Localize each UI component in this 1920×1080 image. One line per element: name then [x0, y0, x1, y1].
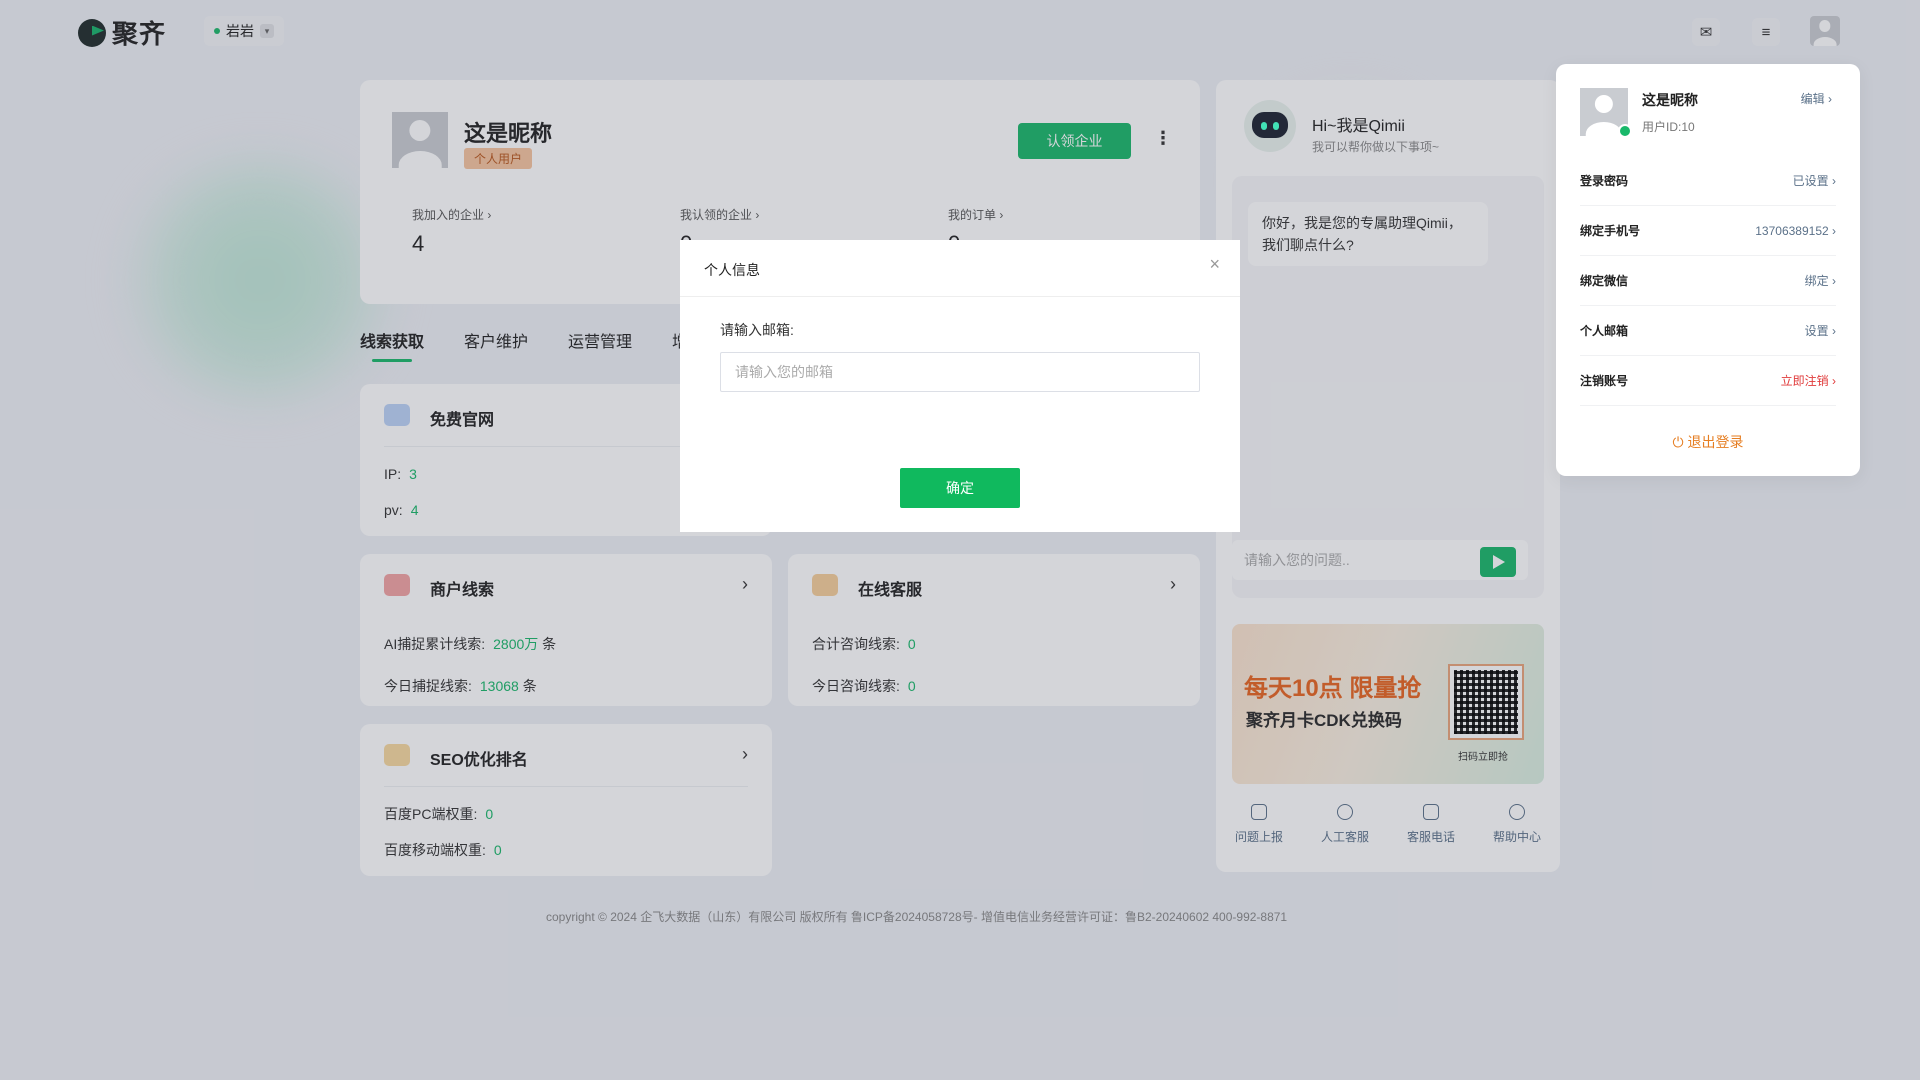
close-icon[interactable]: ×	[1209, 254, 1220, 275]
delete-account-row[interactable]: 注销账号 立即注销 ›	[1580, 356, 1836, 406]
email-field[interactable]	[720, 352, 1200, 392]
login-password-row[interactable]: 登录密码 已设置 ›	[1580, 156, 1836, 206]
account-name: 这是昵称	[1642, 92, 1698, 108]
row-label: 绑定手机号	[1580, 224, 1641, 238]
row-label: 绑定微信	[1580, 274, 1629, 288]
verified-badge-icon	[1618, 124, 1632, 138]
divider	[680, 296, 1240, 297]
robot-eye	[1261, 122, 1267, 130]
confirm-button[interactable]: 确定	[900, 468, 1020, 508]
row-value: 立即注销 ›	[1780, 374, 1836, 388]
robot-eye	[1273, 122, 1279, 130]
row-value: 设置 ›	[1804, 324, 1836, 338]
row-label: 个人邮箱	[1580, 324, 1629, 338]
row-value: 绑定 ›	[1804, 274, 1836, 288]
row-value: 已设置 ›	[1792, 174, 1836, 188]
bind-phone-row[interactable]: 绑定手机号 13706389152 ›	[1580, 206, 1836, 256]
edit-profile-link[interactable]: 编辑 ›	[1801, 90, 1832, 107]
row-label: 登录密码	[1580, 174, 1629, 188]
user-id: 用户ID:10	[1642, 120, 1695, 134]
personal-email-row[interactable]: 个人邮箱 设置 ›	[1580, 306, 1836, 356]
row-label: 注销账号	[1580, 374, 1629, 388]
email-label: 请输入邮箱:	[720, 322, 794, 338]
logout-button[interactable]: ⏻ 退出登录	[1556, 432, 1860, 452]
account-dropdown: 这是昵称 编辑 › 用户ID:10 登录密码 已设置 › 绑定手机号 1370638…	[1556, 64, 1860, 476]
personal-info-modal: 个人信息 × 请输入邮箱: 确定	[680, 240, 1240, 532]
row-value: 13706389152 ›	[1755, 223, 1836, 238]
modal-title: 个人信息	[704, 262, 760, 278]
bind-wechat-row[interactable]: 绑定微信 绑定 ›	[1580, 256, 1836, 306]
